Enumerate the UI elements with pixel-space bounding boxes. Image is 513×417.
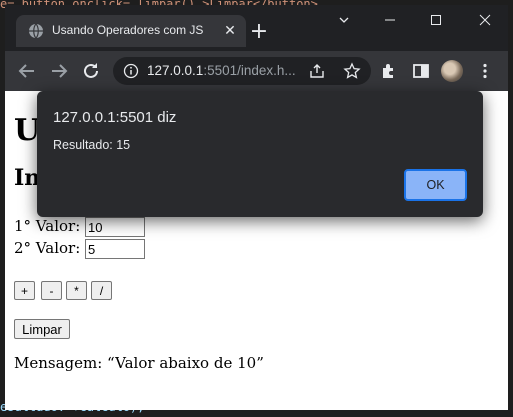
address-bar[interactable]: 127.0.0.1:5501/index.h... <box>113 57 371 85</box>
browser-window: Usando Operadores com JS ✕ + 127.0.0.1:5… <box>5 5 508 410</box>
kebab-menu-icon[interactable] <box>473 59 497 83</box>
maximize-icon[interactable] <box>413 5 459 37</box>
add-button[interactable]: + <box>14 281 35 300</box>
alert-dialog: 127.0.0.1:5501 diz Resultado: 15 OK <box>37 91 483 217</box>
globe-icon <box>28 23 44 39</box>
value1-row: 1° Valor: <box>14 217 146 237</box>
url-path: :5501/index.h... <box>203 63 296 78</box>
share-icon[interactable] <box>308 62 326 80</box>
puzzle-icon[interactable] <box>377 59 401 83</box>
avatar[interactable] <box>441 60 463 82</box>
plus-icon[interactable]: + <box>249 21 269 43</box>
value1-input[interactable] <box>85 217 146 237</box>
divide-button[interactable]: / <box>91 281 112 300</box>
tab-title: Usando Operadores com JS <box>52 23 204 37</box>
message-text: Mensagem: “Valor abaixo de 10” <box>14 354 264 372</box>
dialog-title: 127.0.0.1:5501 diz <box>53 109 177 126</box>
forward-arrow-icon[interactable] <box>47 59 71 83</box>
value2-label: 2° Valor: <box>14 239 81 257</box>
chevron-down-icon[interactable] <box>321 5 367 37</box>
dialog-message: Resultado: 15 <box>53 138 131 152</box>
browser-toolbar: 127.0.0.1:5501/index.h... <box>5 51 508 91</box>
url-host: 127.0.0.1 <box>147 63 204 78</box>
value2-row: 2° Valor: <box>14 239 146 259</box>
value1-label: 1° Valor: <box>14 217 81 235</box>
close-icon[interactable]: ✕ <box>222 23 238 39</box>
value2-input[interactable] <box>85 239 146 259</box>
close-window-icon[interactable] <box>462 5 508 37</box>
subtract-button[interactable]: - <box>41 281 62 300</box>
back-arrow-icon[interactable] <box>15 59 39 83</box>
info-icon[interactable] <box>123 63 139 79</box>
browser-tab[interactable]: Usando Operadores com JS ✕ <box>16 15 246 47</box>
ok-button[interactable]: OK <box>404 169 467 201</box>
minimize-icon[interactable] <box>367 5 413 37</box>
side-panel-icon[interactable] <box>409 59 433 83</box>
tab-strip: Usando Operadores com JS ✕ + <box>5 5 508 57</box>
url-text: 127.0.0.1:5501/index.h... <box>147 63 296 78</box>
star-icon[interactable] <box>343 62 361 80</box>
reload-icon[interactable] <box>79 59 103 83</box>
multiply-button[interactable]: * <box>66 281 87 300</box>
clear-button[interactable]: Limpar <box>14 319 70 339</box>
